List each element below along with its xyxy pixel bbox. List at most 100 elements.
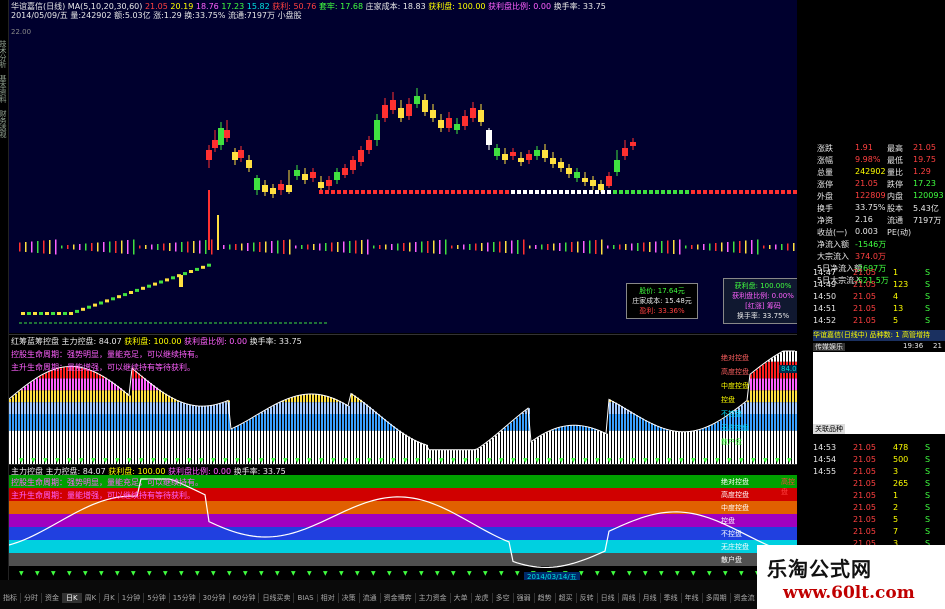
control-bar-seg xyxy=(87,402,89,415)
tick-row: 14:47 21.05 1 S xyxy=(813,268,943,280)
bottom-tab[interactable]: 1分钟 xyxy=(119,593,145,603)
small-candle xyxy=(165,278,169,282)
bottom-tab[interactable]: 主力资金 xyxy=(416,593,451,603)
bottom-tab[interactable]: 大单 xyxy=(451,593,472,603)
volume-tick xyxy=(499,241,501,253)
left-tab-basic[interactable]: 基本资料 xyxy=(0,75,8,103)
sector-tab[interactable]: 传媒娱乐 xyxy=(813,343,845,351)
panel2-indicator-0: 主力控盘: 84.07 xyxy=(61,337,122,346)
control-bar-seg xyxy=(219,403,221,415)
small-candle xyxy=(57,312,61,315)
small-candle xyxy=(45,312,49,315)
tick-side: S xyxy=(925,280,931,289)
control-bar-seg xyxy=(255,430,257,464)
control-bar-seg xyxy=(342,414,344,431)
control-bar-seg xyxy=(27,430,29,464)
related-label[interactable]: 关联品种 xyxy=(813,424,845,434)
volume-tick xyxy=(229,244,231,250)
quote-label: 最高 xyxy=(887,144,903,153)
control-bar-seg xyxy=(144,430,146,464)
bottom-tab[interactable]: 30分钟 xyxy=(200,593,230,603)
bottom-tab[interactable]: 年线 xyxy=(682,593,703,603)
control-bar-seg xyxy=(588,430,590,464)
bottom-tab[interactable]: 月K xyxy=(100,593,119,603)
bottom-tab[interactable]: 指标 xyxy=(0,593,21,603)
bottom-tab[interactable]: 流通 xyxy=(360,593,381,603)
bottom-tab[interactable]: 趋势 xyxy=(535,593,556,603)
bottom-tab[interactable]: 月线 xyxy=(640,593,661,603)
bottom-tab[interactable]: 周K xyxy=(82,593,101,603)
control-bar-seg xyxy=(291,430,293,464)
news-header[interactable]: 华谊嘉信(日线中) 品种数: 1 高管增持 xyxy=(813,330,945,341)
bottom-tab[interactable]: 周线 xyxy=(619,593,640,603)
candle-body xyxy=(486,130,492,145)
bottom-tab[interactable]: 决策 xyxy=(339,593,360,603)
panel3-header: 主力控盘 主力控盘: 84.07 获利盘: 100.00 获利盘比例: 0.00… xyxy=(11,466,286,477)
volume-tick xyxy=(235,244,237,250)
control-bar-seg xyxy=(162,402,164,415)
bottom-tab[interactable]: 龙虎 xyxy=(472,593,493,603)
marker-glyph: ▼ xyxy=(139,457,144,464)
main-kline-panel[interactable]: 华谊嘉信(日线) MA(5,10,20,30,60) 21.05 20.19 1… xyxy=(9,0,797,333)
bottom-tab[interactable]: 日线买卖 xyxy=(259,593,295,603)
bottom-tab[interactable]: 资金 xyxy=(42,593,63,603)
control-bar-seg xyxy=(348,430,350,464)
bottom-tab[interactable]: 相对 xyxy=(318,593,339,603)
marker-glyph: ▼ xyxy=(707,570,712,577)
control-histogram-panel[interactable]: ▼ ▼ ▼ ▼ ▼ ▼ ▼ ▼ ▼ ▼ ▼ ▼ ▼ ▼ ▼ ▼ ▼ ▼ ▼ ▼ ▼ ▼ ▼ ▼ ▼ ▼ ▼ ▼ ▼ ▼ ▼ ▼ ▼ ▼ ▼ ▼ ▼ ▼ ▼ ▼… xyxy=(9,334,797,464)
bottom-tab[interactable]: 反转 xyxy=(577,593,598,603)
signal-dash xyxy=(631,190,635,194)
bottom-tab[interactable]: 15分钟 xyxy=(170,593,200,603)
left-tab-finance[interactable]: 财务透视 xyxy=(0,110,8,138)
bottom-tab[interactable]: 分时 xyxy=(21,593,42,603)
signal-dash xyxy=(319,190,323,194)
signal-dash xyxy=(775,190,779,194)
bottom-tab[interactable]: 日K xyxy=(63,593,82,603)
control-bar-seg xyxy=(51,414,53,431)
tick-price: 21.05 xyxy=(853,455,876,464)
control-band-panel[interactable]: ▼ ▼ ▼ ▼ ▼ ▼ ▼ ▼ ▼ ▼ ▼ ▼ ▼ ▼ ▼ ▼ ▼ ▼ ▼ ▼ ▼ ▼ ▼ ▼ ▼ ▼ ▼ ▼ ▼ ▼ ▼ ▼ ▼ ▼ ▼ ▼ ▼ ▼ ▼ ▼… xyxy=(9,464,797,581)
bottom-tab[interactable]: 多周期 xyxy=(703,593,731,603)
control-bar-seg xyxy=(135,430,137,464)
volume-tick xyxy=(199,240,201,254)
bottom-tab[interactable]: 资金流 xyxy=(731,593,759,603)
control-bar-seg xyxy=(276,414,278,431)
control-bar-seg xyxy=(27,390,29,403)
bottom-tab[interactable]: 资金博弈 xyxy=(381,593,416,603)
bottom-tab[interactable]: BIAS xyxy=(294,594,318,602)
control-bar-seg xyxy=(705,427,707,431)
control-bar-seg xyxy=(507,430,509,464)
bottom-tab[interactable]: 60分钟 xyxy=(230,593,260,603)
left-tab-tech[interactable]: 技术分析 xyxy=(0,40,8,68)
volume-tick xyxy=(283,240,285,254)
control-bar-seg xyxy=(33,402,35,415)
bottom-tab[interactable]: 强弱 xyxy=(514,593,535,603)
control-bar-seg xyxy=(69,378,71,391)
control-bar-seg xyxy=(36,390,38,403)
volume-tick xyxy=(379,245,381,249)
signal-dash xyxy=(565,190,569,194)
signal-dash xyxy=(577,190,581,194)
bottom-tab[interactable]: 日线 xyxy=(598,593,619,603)
bottom-tab[interactable]: 超买 xyxy=(556,593,577,603)
bottom-tab[interactable]: 5分钟 xyxy=(144,593,170,603)
volume-tick xyxy=(295,245,297,249)
sector-row: 传媒娱乐 19:36 21 xyxy=(813,342,945,352)
signal-dash xyxy=(505,190,509,194)
marker-glyph: ▼ xyxy=(223,457,228,464)
bottom-tab[interactable]: 多空 xyxy=(493,593,514,603)
volume-tick xyxy=(289,239,291,255)
bottom-tab[interactable]: 季线 xyxy=(661,593,682,603)
panel3-band-label-2: 中度控盘 xyxy=(721,504,749,512)
control-bar-seg xyxy=(762,378,764,391)
control-bar-seg xyxy=(279,414,281,431)
control-bar-seg xyxy=(639,430,641,464)
marker-glyph: ▼ xyxy=(195,570,200,577)
control-bar-seg xyxy=(717,421,719,431)
volume-tick xyxy=(337,242,339,252)
control-bar-seg xyxy=(30,382,32,391)
related-list[interactable] xyxy=(813,352,945,434)
volume-tick xyxy=(157,244,159,250)
small-candle xyxy=(141,286,145,290)
control-bar-seg xyxy=(30,402,32,415)
